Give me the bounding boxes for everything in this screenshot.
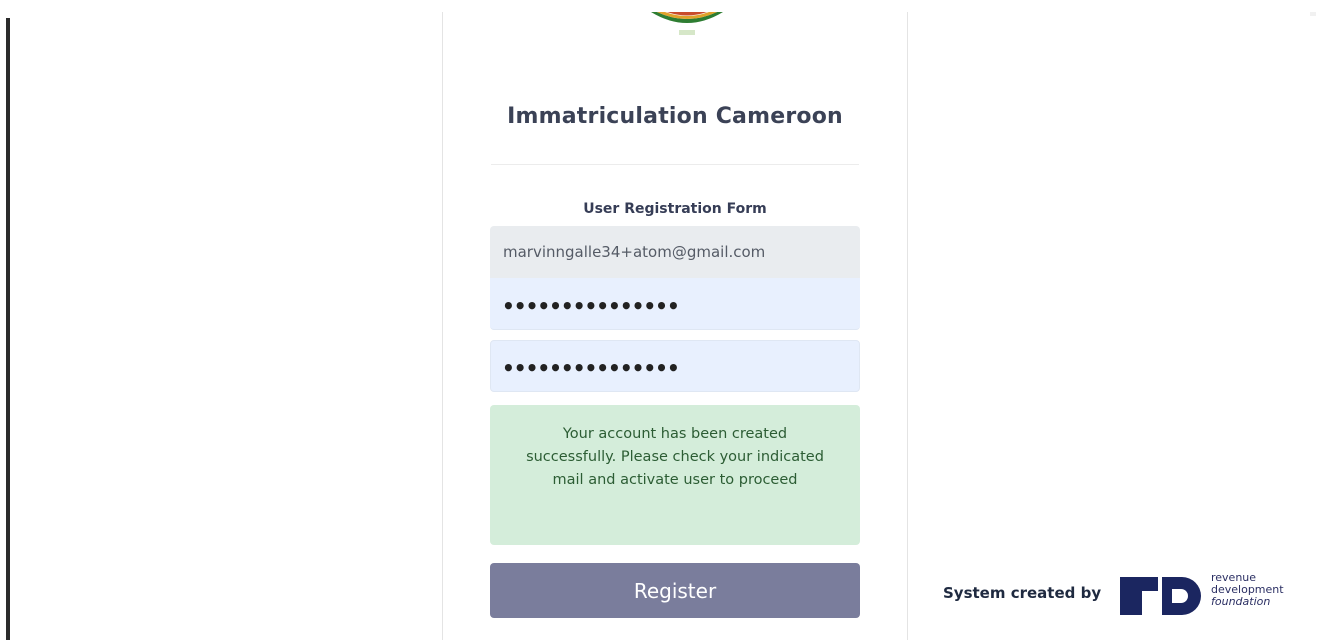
confirm-password-field[interactable] (490, 340, 860, 392)
coat-of-arms-logo-icon (643, 12, 731, 38)
page: Immatriculation Cameroon User Registrati… (0, 0, 1319, 640)
form-subtitle: User Registration Form (583, 201, 767, 217)
register-button[interactable]: Register (490, 563, 860, 618)
rdf-logo-icon (1120, 571, 1210, 619)
password-field[interactable] (490, 278, 860, 330)
email-field[interactable] (490, 226, 860, 278)
corner-mark (1310, 12, 1316, 16)
brand-line-foundation: foundation (1211, 595, 1271, 608)
window-edge (6, 18, 10, 640)
title-divider (491, 164, 859, 165)
footer-credit: System created by (943, 584, 1102, 602)
success-alert: Your account has been created successful… (490, 405, 860, 545)
rdf-brand-text: revenue development foundation (1211, 572, 1284, 608)
page-title: Immatriculation Cameroon (507, 104, 843, 129)
registration-panel: Immatriculation Cameroon User Registrati… (442, 12, 908, 640)
